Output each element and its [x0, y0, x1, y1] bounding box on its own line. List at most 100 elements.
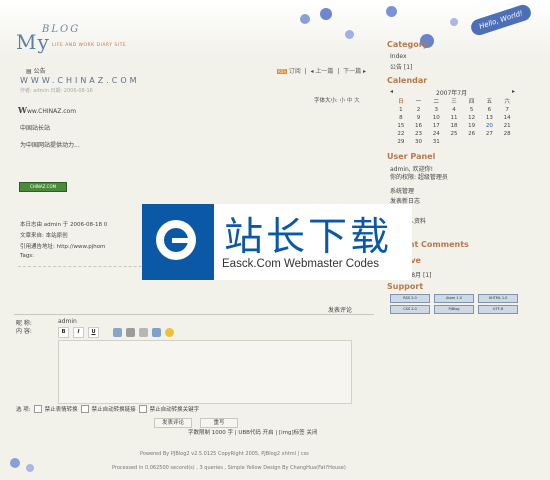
support-badges: RSS 2.0 Atom 1.0 XHTML 1.0 CSS 2.0 PJBlo… [390, 294, 525, 314]
editor-toolbar: B I U [58, 326, 350, 338]
calendar-day: 30 [415, 139, 423, 145]
watermark-title: 站长下载 [224, 215, 393, 260]
post-meta: 作者: admin 日期: 2006-08-16 [20, 88, 93, 94]
chinaz-badge[interactable]: CHINAZ.COM [19, 182, 67, 192]
quote-icon[interactable] [152, 327, 161, 337]
reset-button[interactable]: 重写 [200, 418, 238, 428]
disable-emoticons-checkbox[interactable] [33, 405, 42, 413]
post-title[interactable]: WWW.CHINAZ.COM [20, 76, 140, 85]
post-nav: RSS 订阅 | ◂ 上一篇 | 下一篇 ▸ [277, 68, 367, 75]
email-icon[interactable] [139, 327, 148, 337]
calendar-day: 13 [485, 115, 493, 121]
flower-decoration [300, 14, 310, 24]
calendar-day: 22 [397, 131, 405, 137]
flower-decoration [26, 464, 34, 472]
user-panel-title: User Panel [387, 152, 436, 161]
category-title: Category [387, 40, 428, 49]
disable-keywords-checkbox[interactable] [138, 405, 147, 413]
watermark-logo-icon [142, 204, 214, 280]
comment-buttons: 发表评论 重写 [154, 418, 238, 428]
image-icon[interactable] [113, 327, 122, 337]
disable-autolink-label: 禁止自动转换链接 [91, 407, 136, 413]
flower-decoration [345, 30, 354, 39]
calendar-day: 6 [487, 107, 492, 113]
next-post-link[interactable]: 下一篇 [343, 68, 361, 75]
calendar-header: 二 [433, 99, 440, 105]
calendar-day-today: 20 [485, 123, 493, 129]
bold-button[interactable]: B [58, 326, 69, 338]
comment-options: 选 项: 禁止表情转换 禁止自动转换链接 禁止自动转换关键字 [16, 405, 199, 413]
admin-link[interactable]: 系统管理 [390, 186, 414, 195]
flower-decoration [320, 8, 332, 20]
prev-arrow-icon: ◂ [310, 68, 314, 75]
post-paragraph: 为中国网站提供动力... [20, 142, 80, 149]
comment-textarea[interactable] [58, 340, 352, 404]
calendar-day: 11 [450, 115, 458, 121]
font-large-link[interactable]: 大 [354, 98, 360, 104]
calendar-day: 19 [468, 123, 476, 129]
link-icon[interactable] [126, 327, 135, 337]
calendar-header: 四 [468, 99, 475, 105]
subscribe-link[interactable]: 订阅 [289, 68, 301, 75]
css-badge[interactable]: CSS 2.0 [390, 305, 430, 314]
nickname-value: admin [58, 318, 77, 325]
prev-post-link[interactable]: 上一篇 [315, 68, 333, 75]
utf8-badge[interactable]: UTF-8 [478, 305, 518, 314]
calendar-day: 7 [505, 107, 509, 113]
font-small-link[interactable]: 小 [340, 98, 346, 104]
xhtml-badge[interactable]: XHTML 1.0 [478, 294, 518, 303]
next-arrow-icon: ▸ [363, 68, 367, 75]
calendar-day: 31 [432, 139, 440, 145]
font-size-control: 字体大小: 小 中 大 [314, 96, 360, 104]
calendar-header: 六 [504, 99, 510, 105]
calendar-day: 10 [432, 115, 440, 121]
calendar-day: 28 [503, 131, 511, 137]
submit-comment-button[interactable]: 发表评论 [154, 418, 192, 428]
rss-badge[interactable]: RSS 2.0 [390, 294, 430, 303]
calendar-day: 9 [416, 115, 421, 121]
disable-autolink-checkbox[interactable] [80, 405, 89, 413]
underline-button[interactable]: U [88, 326, 99, 338]
comment-heading: 发表评论 [328, 307, 353, 314]
post-category[interactable]: ▤ 公告 [26, 66, 46, 75]
support-title: Support [387, 282, 424, 291]
calendar-day: 24 [432, 131, 440, 137]
content-label: 内 容: [16, 328, 32, 335]
atom-badge[interactable]: Atom 1.0 [434, 294, 474, 303]
calendar-day: 12 [468, 115, 476, 121]
italic-button[interactable]: I [73, 326, 84, 338]
post-paragraph: 中国站长站 [20, 125, 51, 132]
calendar-day: 29 [397, 139, 405, 145]
site-text: ww.CHINAZ.com [26, 108, 77, 115]
calendar-day: 27 [485, 131, 493, 137]
calendar-day: 5 [469, 107, 474, 113]
category-notice-link[interactable]: 公告 [1] [390, 62, 412, 71]
watermark-subtitle: Easck.Com Webmaster Codes [222, 258, 380, 270]
calendar-header: 三 [451, 99, 457, 105]
pjblog-badge[interactable]: PJBlog [434, 305, 474, 314]
calendar-day: 3 [434, 107, 439, 113]
logo-blog: BLOG [42, 24, 81, 35]
smiley-icon[interactable] [165, 327, 174, 337]
post-site-line: Www.CHINAZ.com [18, 105, 76, 115]
flower-decoration [450, 18, 458, 26]
calendar-day: 4 [452, 107, 456, 113]
calendar-header: 日 [398, 99, 404, 105]
calendar-day: 26 [468, 131, 476, 137]
category-index-link[interactable]: Index [390, 53, 407, 60]
calendar-prev-icon[interactable]: ◂ [390, 88, 393, 95]
calendar-day: 8 [399, 115, 403, 121]
font-medium-link[interactable]: 中 [347, 98, 353, 104]
user-role: 你的权限: 超级管理员 [390, 174, 448, 181]
flower-decoration [386, 6, 397, 17]
category-icon: ▤ [26, 68, 34, 75]
calendar-day: 17 [432, 123, 440, 129]
calendar-day: 23 [415, 131, 423, 137]
calendar-header: 一 [415, 99, 422, 105]
calendar-title: Calendar [387, 76, 428, 85]
footer-powered: Powered By PJBlog2 v2.5.0125 CopyRight 2… [140, 451, 309, 457]
calendar-day: 25 [450, 131, 458, 137]
calendar-next-icon[interactable]: ▸ [512, 88, 515, 95]
flower-decoration [10, 458, 20, 468]
logo-tagline: LIFE AND WORK DIARY SITE [52, 43, 127, 48]
